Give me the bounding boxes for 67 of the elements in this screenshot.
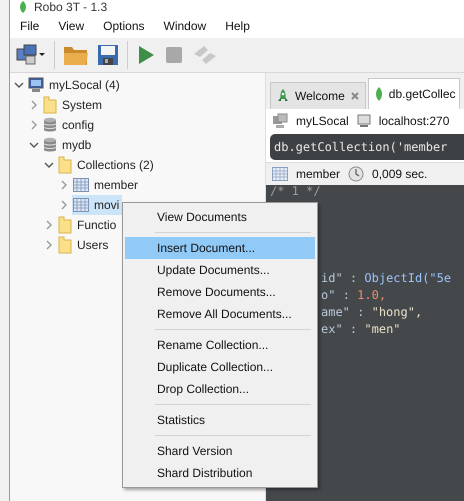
rocket-icon <box>277 89 289 103</box>
close-icon[interactable] <box>350 92 359 100</box>
folder-icon <box>58 216 72 234</box>
menu-item[interactable]: Drop Collection... <box>125 378 315 400</box>
menu-item[interactable]: Window <box>156 17 214 35</box>
tree-item[interactable]: myLSocal (4) <box>27 75 123 95</box>
chevron-down-icon[interactable] <box>29 140 39 150</box>
database-icon <box>43 137 57 153</box>
tree-item[interactable]: member <box>72 175 142 195</box>
chevron-right-icon[interactable] <box>44 220 54 230</box>
menu-item[interactable]: File <box>12 17 48 35</box>
chevron-right-icon[interactable] <box>29 120 39 130</box>
table-icon <box>272 167 288 181</box>
tree-item[interactable]: movi <box>72 195 122 215</box>
chevron-down-icon[interactable] <box>44 160 54 170</box>
tree-item[interactable]: Collections (2) <box>57 155 157 175</box>
chevron-right-icon[interactable] <box>59 200 69 210</box>
query-editor[interactable]: db.getCollection('member <box>270 134 464 160</box>
menu-item[interactable]: Insert Document... <box>125 237 315 259</box>
menu-item[interactable]: Duplicate Collection... <box>125 356 315 378</box>
code-comment: /* 1 */ <box>269 185 321 198</box>
server-address: localhost:270 <box>378 114 450 128</box>
tab[interactable]: db.getCollec <box>368 78 460 109</box>
computer-icon <box>272 113 288 129</box>
code-line: o" : 1.0, <box>321 287 388 304</box>
clock-icon <box>348 166 364 182</box>
leaf-icon <box>374 87 383 101</box>
menu-item[interactable]: Rename Collection... <box>125 334 315 356</box>
tree-item[interactable]: mydb <box>42 135 94 155</box>
menu-item[interactable]: View <box>50 17 92 35</box>
folder-icon <box>43 96 57 114</box>
leaf-icon <box>18 1 28 13</box>
chevron-right-icon[interactable] <box>59 180 69 190</box>
table-icon <box>73 178 89 192</box>
computers-dropdown-icon[interactable] <box>16 44 46 66</box>
query-time: 0,009 sec. <box>372 167 428 181</box>
code-line: ame" : "hong", <box>321 304 424 321</box>
tree-item[interactable]: Users <box>57 235 112 255</box>
menu-item[interactable]: Shard Version <box>125 440 315 462</box>
window-title: Robo 3T - 1.3 <box>34 0 108 14</box>
computer-icon <box>28 77 44 93</box>
folder-icon <box>58 236 72 254</box>
code-line: ex" : "men" <box>321 321 402 338</box>
menu-item[interactable]: Help <box>217 17 258 35</box>
tree-item[interactable]: Functio <box>57 215 120 235</box>
menu-item[interactable]: Shard Distribution <box>125 462 315 484</box>
menu-item[interactable]: Statistics <box>125 409 315 431</box>
menu-item[interactable]: Remove All Documents... <box>125 303 315 325</box>
folder-icon <box>58 156 72 174</box>
chevron-right-icon[interactable] <box>29 100 39 110</box>
tree-item[interactable]: System <box>42 95 106 115</box>
collection-name: member <box>296 167 340 181</box>
database-icon <box>43 117 57 133</box>
monitor-icon <box>356 114 371 128</box>
chevron-right-icon[interactable] <box>44 240 54 250</box>
tree-item[interactable]: config <box>42 115 98 135</box>
table-icon <box>73 198 89 212</box>
menu-item[interactable]: Remove Documents... <box>125 281 315 303</box>
connection-name: myLSocal <box>296 114 349 128</box>
tab[interactable]: Welcome <box>270 82 366 109</box>
menu-item[interactable]: Update Documents... <box>125 259 315 281</box>
folder-icon[interactable] <box>63 44 89 66</box>
code-line: id" : ObjectId("5e <box>321 270 452 287</box>
menu-item[interactable]: Options <box>95 17 152 35</box>
play-icon[interactable] <box>136 44 156 66</box>
chevron-down-icon[interactable] <box>14 80 24 90</box>
menu-item[interactable]: View Documents <box>125 206 315 228</box>
